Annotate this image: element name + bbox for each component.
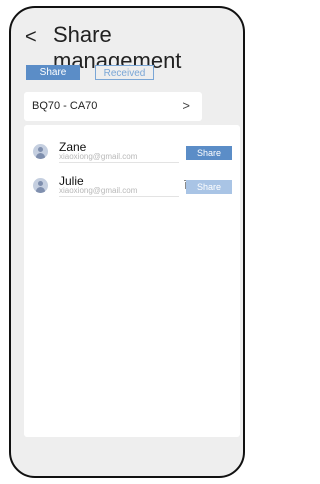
avatar xyxy=(33,144,48,159)
avatar-head-shape xyxy=(38,181,43,186)
device-selector[interactable]: BQ70 - CA70 > xyxy=(24,92,202,121)
back-button[interactable]: < xyxy=(25,26,37,49)
divider xyxy=(59,162,179,163)
list-item: Julie xiaoxiong@gmail.com Share xyxy=(24,174,240,204)
chevron-right-icon: > xyxy=(182,98,190,113)
tab-share[interactable]: Share xyxy=(26,65,80,80)
avatar-body-shape xyxy=(36,153,45,159)
avatar-body-shape xyxy=(36,187,45,193)
divider xyxy=(59,196,179,197)
device-name: BQ70 - CA70 xyxy=(32,100,98,112)
user-email: xiaoxiong@gmail.com xyxy=(59,152,138,161)
share-button[interactable]: Share xyxy=(186,146,232,160)
list-item: Zane xiaoxiong@gmail.com Share xyxy=(24,140,240,170)
tab-received[interactable]: Received xyxy=(95,65,154,80)
avatar xyxy=(33,178,48,193)
user-email: xiaoxiong@gmail.com xyxy=(59,186,138,195)
avatar-head-shape xyxy=(38,147,43,152)
header: < Share management xyxy=(11,22,243,73)
phone-frame: < Share management Share Received BQ70 -… xyxy=(9,6,245,478)
user-list: Zane xiaoxiong@gmail.com Share Julie xia… xyxy=(24,125,240,437)
share-button[interactable]: Share xyxy=(186,180,232,194)
